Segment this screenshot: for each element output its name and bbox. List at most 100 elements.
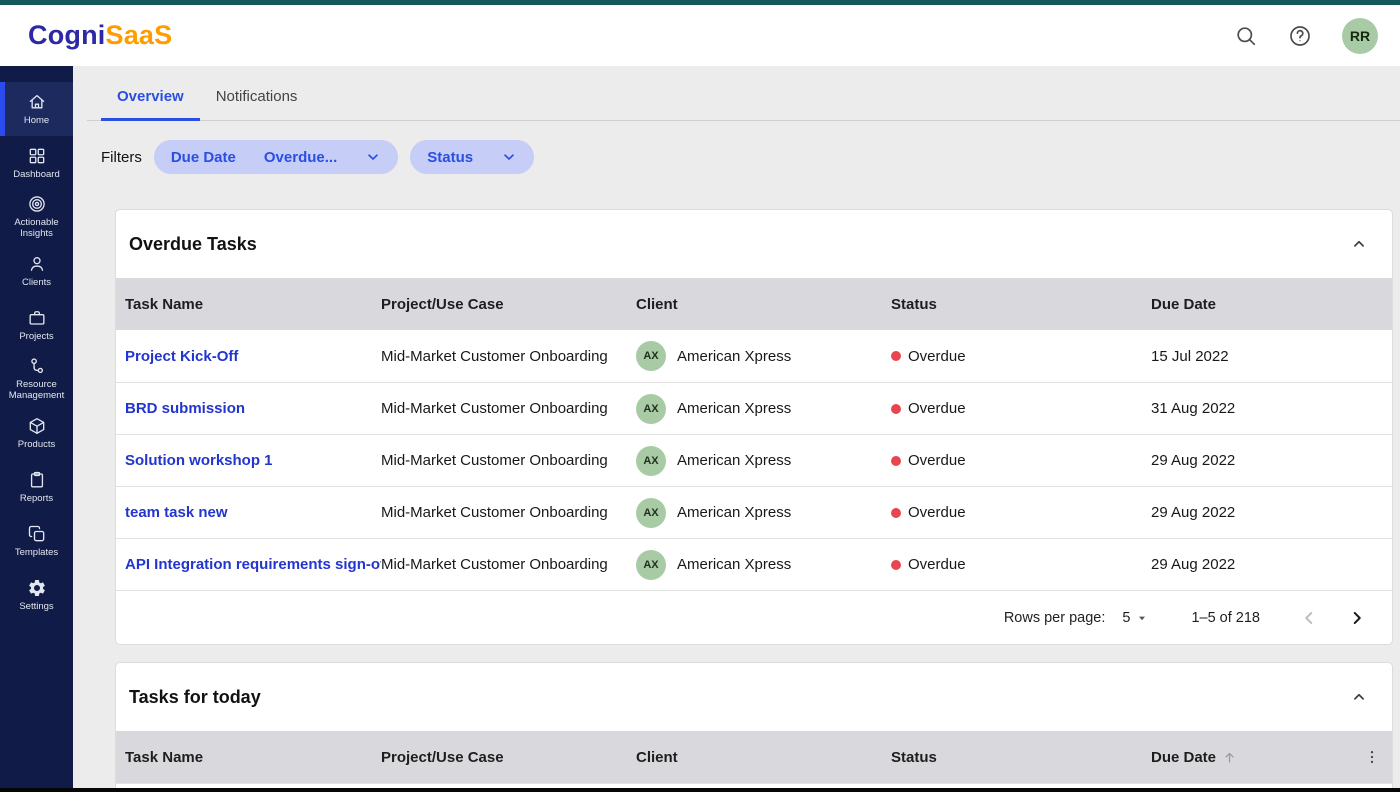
kebab-menu-icon[interactable] <box>1363 748 1381 766</box>
previous-page-button[interactable] <box>1298 607 1320 629</box>
column-header-project-use-case[interactable]: Project/Use Case <box>381 296 636 313</box>
status-dot-icon <box>891 351 901 361</box>
task-name-link[interactable]: API Integration requirements sign-of <box>125 556 381 573</box>
templates-icon <box>27 524 47 544</box>
user-avatar[interactable]: RR <box>1342 18 1378 54</box>
overdue-tasks-card: Overdue Tasks Task NameProject/Use CaseC… <box>115 209 1393 645</box>
column-header-due-date[interactable]: Due Date <box>1151 296 1392 313</box>
bottom-edge-bar <box>0 788 1400 792</box>
client-cell: AX American Xpress <box>636 446 891 476</box>
reports-icon <box>27 470 47 490</box>
app-header: Cogni SaaS RR <box>0 5 1400 66</box>
sidebar-item-home[interactable]: Home <box>0 82 73 136</box>
tab-bar: OverviewNotifications <box>87 66 1400 121</box>
next-page-button[interactable] <box>1346 607 1368 629</box>
filter-chip-label: Overdue... <box>264 149 337 166</box>
sidebar-item-products[interactable]: Products <box>0 406 73 460</box>
sidebar-item-resource-management[interactable]: Resource Management <box>0 352 73 406</box>
table-row: API Integration requirements sign-of Mid… <box>116 538 1392 590</box>
column-header-due-date[interactable]: Due Date <box>1151 749 1392 766</box>
filter-chip-label: Due Date <box>171 149 236 166</box>
task-name-link[interactable]: team task new <box>125 504 228 521</box>
column-header-task-name[interactable]: Task Name <box>125 296 381 313</box>
client-name: American Xpress <box>677 452 791 469</box>
table-row: Solution workshop 1 Mid-Market Customer … <box>116 434 1392 486</box>
search-icon[interactable] <box>1234 24 1258 48</box>
client-avatar: AX <box>636 550 666 580</box>
rows-per-page-value: 5 <box>1122 610 1130 626</box>
status-cell: Overdue <box>891 504 1151 521</box>
sidebar-item-reports[interactable]: Reports <box>0 460 73 514</box>
project-use-case: Mid-Market Customer Onboarding <box>381 556 636 573</box>
chevron-up-icon[interactable] <box>1350 688 1368 706</box>
tab-notifications[interactable]: Notifications <box>200 72 314 121</box>
due-date: 15 Jul 2022 <box>1151 348 1392 365</box>
projects-icon <box>27 308 47 328</box>
status-badge: Overdue <box>908 556 966 573</box>
chevron-up-icon[interactable] <box>1350 235 1368 253</box>
client-name: American Xpress <box>677 348 791 365</box>
task-name-link[interactable]: Solution workshop 1 <box>125 452 273 469</box>
top-accent-bar <box>0 0 1400 5</box>
tasks-today-card: Tasks for today Task NameProject/Use Cas… <box>115 662 1393 792</box>
tab-overview[interactable]: Overview <box>101 72 200 121</box>
client-name: American Xpress <box>677 504 791 521</box>
sidebar-item-dashboard[interactable]: Dashboard <box>0 136 73 190</box>
insights-icon <box>27 194 47 214</box>
column-header-client[interactable]: Client <box>636 749 891 766</box>
client-avatar: AX <box>636 446 666 476</box>
sidebar-item-projects[interactable]: Projects <box>0 298 73 352</box>
sidebar-item-templates[interactable]: Templates <box>0 514 73 568</box>
status-dot-icon <box>891 404 901 414</box>
pagination-bar: Rows per page: 5 1–5 of 218 <box>116 590 1392 644</box>
sidebar-item-clients[interactable]: Clients <box>0 244 73 298</box>
project-use-case: Mid-Market Customer Onboarding <box>381 348 636 365</box>
due-date: 31 Aug 2022 <box>1151 400 1392 417</box>
column-header-client[interactable]: Client <box>636 296 891 313</box>
task-name-link[interactable]: BRD submission <box>125 400 245 417</box>
column-header-status[interactable]: Status <box>891 296 1151 313</box>
sidebar-item-settings[interactable]: Settings <box>0 568 73 622</box>
status-cell: Overdue <box>891 348 1151 365</box>
status-badge: Overdue <box>908 400 966 417</box>
column-header-task-name[interactable]: Task Name <box>125 749 381 766</box>
due-date: 29 Aug 2022 <box>1151 504 1392 521</box>
due-date: 29 Aug 2022 <box>1151 556 1392 573</box>
help-icon[interactable] <box>1288 24 1312 48</box>
column-header-project-use-case[interactable]: Project/Use Case <box>381 749 636 766</box>
logo-secondary: SaaS <box>105 20 172 51</box>
overdue-table-body: Project Kick-Off Mid-Market Customer Onb… <box>116 330 1392 590</box>
column-header-status[interactable]: Status <box>891 749 1151 766</box>
task-name-link[interactable]: Project Kick-Off <box>125 348 238 365</box>
overdue-table-header: Task NameProject/Use CaseClientStatusDue… <box>116 278 1392 330</box>
avatar-initials: RR <box>1350 28 1370 44</box>
status-badge: Overdue <box>908 348 966 365</box>
client-name: American Xpress <box>677 556 791 573</box>
rows-per-page-label: Rows per page: <box>1004 610 1106 626</box>
filter-chip-status[interactable]: Status <box>410 140 534 174</box>
status-dot-icon <box>891 560 901 570</box>
status-cell: Overdue <box>891 400 1151 417</box>
table-row: BRD submission Mid-Market Customer Onboa… <box>116 382 1392 434</box>
status-dot-icon <box>891 456 901 466</box>
status-badge: Overdue <box>908 504 966 521</box>
tasks-today-header: Tasks for today <box>116 663 1392 731</box>
table-row: Project Kick-Off Mid-Market Customer Onb… <box>116 330 1392 382</box>
status-badge: Overdue <box>908 452 966 469</box>
rows-per-page-select[interactable]: 5 <box>1122 609 1151 627</box>
products-icon <box>27 416 47 436</box>
project-use-case: Mid-Market Customer Onboarding <box>381 504 636 521</box>
status-cell: Overdue <box>891 452 1151 469</box>
sidebar-item-actionable-insights[interactable]: Actionable Insights <box>0 190 73 244</box>
client-avatar: AX <box>636 498 666 528</box>
project-use-case: Mid-Market Customer Onboarding <box>381 452 636 469</box>
app-logo[interactable]: Cogni SaaS <box>28 20 172 51</box>
due-date: 29 Aug 2022 <box>1151 452 1392 469</box>
header-actions: RR <box>1234 18 1378 54</box>
client-avatar: AX <box>636 394 666 424</box>
sidebar-nav: Home Dashboard Actionable Insights Clien… <box>0 66 73 792</box>
filter-chip-due-date[interactable]: Due Date Overdue... <box>154 140 398 174</box>
status-dot-icon <box>891 508 901 518</box>
resource-icon <box>27 356 47 376</box>
client-cell: AX American Xpress <box>636 498 891 528</box>
